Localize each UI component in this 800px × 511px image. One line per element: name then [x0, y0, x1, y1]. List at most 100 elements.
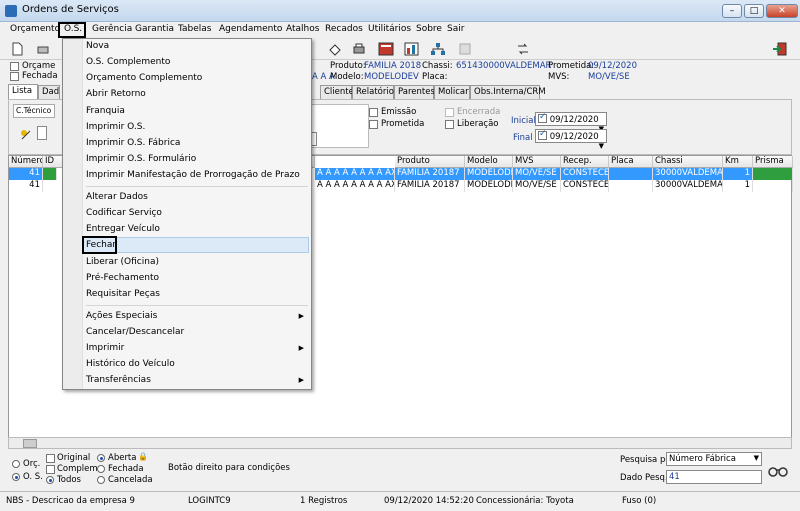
liberacao-checkbox[interactable] [445, 120, 454, 129]
col-placa[interactable]: Placa [609, 156, 653, 168]
emissao-checkbox[interactable] [369, 108, 378, 117]
user-search-icon[interactable] [19, 128, 33, 140]
pesquisa-select[interactable]: Número Fábrica ▼ [666, 452, 762, 466]
menu-tabelas[interactable]: Tabelas [178, 24, 211, 34]
menu-item-requisitar-pecas[interactable]: Requisitar Peças [86, 289, 160, 299]
fechada-checkbox[interactable] [10, 72, 19, 81]
chevron-down-icon[interactable]: ▼ [599, 142, 604, 150]
menu-atalhos[interactable]: Atalhos [286, 24, 319, 34]
menu-item-codificar-servico[interactable]: Codificar Serviço [86, 208, 162, 218]
inicial-date-picker[interactable]: 09/12/2020 ▼ [535, 112, 607, 133]
prometida-checkbox[interactable] [369, 120, 378, 129]
tab-parentes[interactable]: Parentes [394, 85, 435, 99]
dado-pesq-input[interactable]: 41 [666, 470, 762, 484]
printer-icon[interactable] [352, 42, 368, 56]
menu-item-historico-veiculo[interactable]: Histórico do Veículo [86, 359, 175, 369]
menu-item-pre-fechamento[interactable]: Pré-Fechamento [86, 273, 159, 283]
cell-numero[interactable]: 41 [9, 168, 43, 180]
cell-modelo[interactable]: MODELODE [465, 168, 513, 180]
menu-item-imprimir-os-fabrica[interactable]: Imprimir O.S. Fábrica [86, 138, 180, 148]
menu-sair[interactable]: Sair [447, 24, 464, 34]
cell-prisma[interactable] [753, 180, 793, 192]
network-icon[interactable] [430, 42, 446, 56]
complem-checkbox[interactable] [46, 465, 55, 474]
menu-item-franquia[interactable]: Franquia [86, 106, 125, 116]
menu-item-imprimir-manifestacao[interactable]: Imprimir Manifestação de Prorrogação de … [86, 170, 300, 180]
menu-item-imprimir-os[interactable]: Imprimir O.S. [86, 122, 145, 132]
menu-gerencia[interactable]: Gerência [92, 24, 132, 34]
filter-text-area[interactable] [309, 104, 369, 148]
menu-garantia[interactable]: Garantia [135, 24, 174, 34]
eraser-icon[interactable] [328, 42, 344, 56]
transfer-icon[interactable] [516, 42, 532, 56]
cell-km[interactable]: 1 [723, 180, 753, 192]
col-mvs[interactable]: MVS [513, 156, 561, 168]
cell-placa[interactable] [609, 180, 653, 192]
book-icon[interactable] [378, 42, 394, 56]
os-radio[interactable] [12, 473, 20, 481]
final-enable-checkbox[interactable] [538, 129, 547, 140]
menu-item-acoes-especiais[interactable]: Ações Especiais [86, 311, 157, 321]
tab-cliente[interactable]: Cliente [320, 85, 354, 99]
binoculars-icon[interactable] [768, 463, 788, 477]
fechada-radio[interactable] [97, 465, 105, 473]
cell-chassi[interactable]: 30000VALDEMAR [653, 168, 723, 180]
orcamento-checkbox[interactable] [10, 62, 19, 71]
menu-item-cancelar-descancelar[interactable]: Cancelar/Descancelar [86, 327, 184, 337]
cell-numero[interactable]: 41 [9, 180, 43, 192]
menu-item-imprimir-os-formulario[interactable]: Imprimir O.S. Formulário [86, 154, 196, 164]
tab-dados[interactable]: Dad [38, 85, 60, 99]
cell-prisma[interactable] [753, 168, 793, 180]
menu-orcamento[interactable]: Orçamento [10, 24, 60, 34]
col-produto[interactable]: Produto [395, 156, 465, 168]
menu-item-entregar-veiculo[interactable]: Entregar Veículo [86, 224, 160, 234]
horizontal-scrollbar[interactable] [8, 437, 792, 449]
col-prisma[interactable]: Prisma [753, 156, 793, 168]
menu-agendamento[interactable]: Agendamento [219, 24, 282, 34]
cell-placa[interactable] [609, 168, 653, 180]
cell-recep[interactable]: CONSTECES [561, 180, 609, 192]
cell-mvs[interactable]: MO/VE/SE [513, 180, 561, 192]
original-checkbox[interactable] [46, 454, 55, 463]
col-modelo[interactable]: Modelo [465, 156, 513, 168]
menu-item-liberar-oficina[interactable]: Liberar (Oficina) [86, 257, 159, 267]
menu-item-nova[interactable]: Nova [86, 41, 109, 51]
cell-km[interactable]: 1 [723, 168, 753, 180]
ctecnico-lookup-button[interactable] [37, 126, 47, 140]
tab-lista[interactable]: Lista [8, 84, 38, 99]
tab-obs-interna[interactable]: Obs.Interna/CRM [470, 85, 546, 99]
todos-radio[interactable] [46, 476, 54, 484]
orc-radio[interactable] [12, 460, 20, 468]
col-chassi[interactable]: Chassi [653, 156, 723, 168]
cell-produto[interactable]: FAMILIA 20187 [395, 168, 465, 180]
ctecnico-tab[interactable]: C.Técnico [13, 104, 55, 118]
chart-icon[interactable] [404, 42, 420, 56]
menu-item-transferencias[interactable]: Transferências [86, 375, 151, 385]
final-date-picker[interactable]: 09/12/2020 ▼ [535, 129, 607, 150]
minimize-button[interactable]: – [722, 4, 742, 18]
col-km[interactable]: Km [723, 156, 753, 168]
print-icon[interactable] [36, 42, 52, 56]
exit-icon[interactable] [772, 42, 788, 56]
tab-molicar[interactable]: Molicar [434, 85, 470, 99]
cell-produto[interactable]: FAMILIA 20187 [395, 180, 465, 192]
chevron-down-icon[interactable]: ▼ [754, 454, 759, 462]
tab-relatorio[interactable]: Relatório [352, 85, 394, 99]
new-document-icon[interactable] [10, 42, 26, 56]
menu-item-alterar-dados[interactable]: Alterar Dados [86, 192, 148, 202]
aberta-radio[interactable] [97, 454, 105, 462]
cell-mvs[interactable]: MO/VE/SE [513, 168, 561, 180]
col-numero[interactable]: Número [9, 156, 43, 168]
cell-status-color[interactable] [43, 168, 57, 180]
scrollbar-thumb[interactable] [23, 439, 37, 448]
menu-utilitarios[interactable]: Utilitários [368, 24, 411, 34]
menu-sobre[interactable]: Sobre [416, 24, 442, 34]
cell-cliente[interactable]: A A A A A A A A AX [315, 168, 395, 180]
menu-item-os-complemento[interactable]: O.S. Complemento [86, 57, 170, 67]
maximize-button[interactable]: □ [744, 4, 764, 18]
inicial-enable-checkbox[interactable] [538, 112, 547, 123]
menu-item-orcamento-complemento[interactable]: Orçamento Complemento [86, 73, 202, 83]
cell-recep[interactable]: CONSTECES [561, 168, 609, 180]
col-recep[interactable]: Recep. [561, 156, 609, 168]
menu-item-imprimir[interactable]: Imprimir [86, 343, 124, 353]
